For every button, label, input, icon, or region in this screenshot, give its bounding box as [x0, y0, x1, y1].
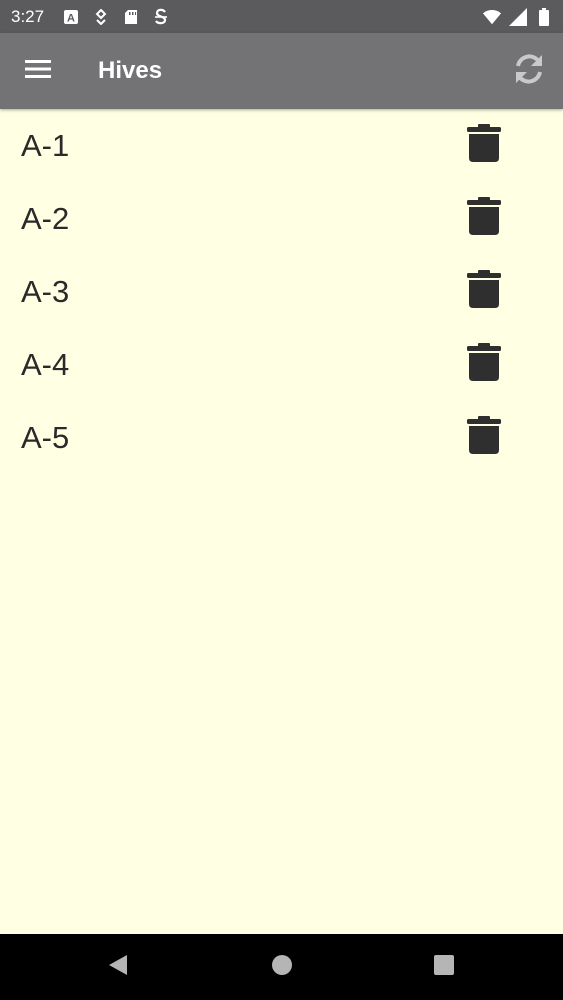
- transfer-icon: [92, 8, 110, 26]
- sd-card-icon: [122, 8, 140, 26]
- s-notification-icon: [152, 8, 170, 26]
- hive-list: A-1 A-2 A-3 A-4 A-5: [0, 109, 563, 474]
- screen: 3:27 A Hives A-1 A-2 A-3 A-4 A-5: [0, 0, 563, 1000]
- trash-icon: [467, 416, 501, 459]
- menu-button[interactable]: [0, 33, 76, 109]
- trash-icon: [467, 270, 501, 313]
- nav-back-button[interactable]: [88, 934, 148, 1000]
- hamburger-menu-icon: [24, 58, 52, 85]
- app-bar: Hives: [0, 33, 563, 109]
- hive-row[interactable]: A-4: [0, 328, 563, 401]
- hive-row[interactable]: A-5: [0, 401, 563, 474]
- status-system-icons: [483, 7, 553, 26]
- trash-icon: [467, 124, 501, 167]
- delete-hive-button[interactable]: [458, 339, 510, 391]
- hive-label: A-2: [21, 200, 70, 236]
- nav-recents-button[interactable]: [414, 934, 474, 1000]
- nav-home-button[interactable]: [252, 934, 312, 1000]
- home-circle-icon: [271, 954, 293, 981]
- status-notification-icons: A: [62, 8, 170, 26]
- status-time: 3:27: [11, 6, 45, 26]
- a-box-icon: A: [62, 8, 80, 26]
- hive-row[interactable]: A-1: [0, 109, 563, 182]
- delete-hive-button[interactable]: [458, 193, 510, 245]
- hive-row[interactable]: A-3: [0, 255, 563, 328]
- status-bar: 3:27 A: [0, 0, 563, 33]
- back-triangle-icon: [107, 953, 129, 982]
- hive-label: A-5: [21, 419, 70, 455]
- navigation-bar: [0, 934, 563, 1000]
- hive-row[interactable]: A-2: [0, 182, 563, 255]
- delete-hive-button[interactable]: [458, 412, 510, 464]
- recents-square-icon: [433, 954, 455, 981]
- delete-hive-button[interactable]: [458, 120, 510, 172]
- hive-label: A-4: [21, 346, 70, 382]
- hive-label: A-1: [21, 127, 70, 163]
- wifi-icon: [483, 8, 501, 26]
- page-title: Hives: [98, 57, 163, 84]
- svg-text:A: A: [67, 12, 75, 24]
- trash-icon: [467, 197, 501, 240]
- refresh-icon: [512, 52, 546, 91]
- battery-icon: [535, 7, 553, 26]
- refresh-button[interactable]: [497, 33, 561, 109]
- hive-label: A-3: [21, 273, 70, 309]
- delete-hive-button[interactable]: [458, 266, 510, 318]
- trash-icon: [467, 343, 501, 386]
- signal-icon: [509, 7, 527, 26]
